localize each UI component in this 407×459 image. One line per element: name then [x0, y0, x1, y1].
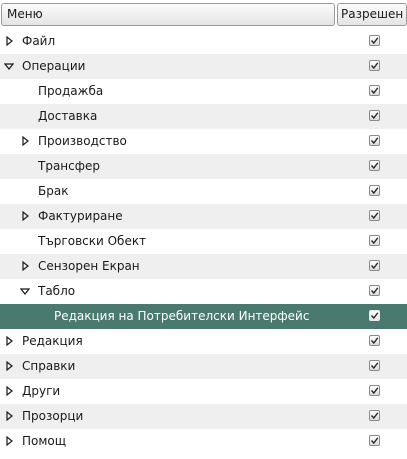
expander-collapsed-icon[interactable] [20, 261, 30, 271]
checkmark-icon [370, 362, 379, 370]
expander-collapsed-icon[interactable] [4, 336, 14, 346]
allowed-checkbox[interactable] [369, 35, 380, 46]
checkmark-icon [370, 337, 379, 345]
expander-collapsed-icon[interactable] [4, 361, 14, 371]
allowed-checkbox[interactable] [369, 160, 380, 171]
checkmark-icon [370, 262, 379, 270]
tree-row[interactable]: Сензорен Екран [0, 254, 407, 279]
checkmark-icon [370, 412, 379, 420]
tree-header: Меню Разрешен [0, 0, 407, 29]
column-header-allowed[interactable]: Разрешен [337, 3, 407, 26]
tree-row-label: Производство [38, 134, 127, 148]
checkmark-icon [370, 112, 379, 120]
checkmark-icon [370, 387, 379, 395]
tree-row[interactable]: Помощ [0, 429, 407, 454]
column-header-menu[interactable]: Меню [1, 3, 335, 26]
checkmark-icon [370, 162, 379, 170]
checkmark-icon [370, 287, 379, 295]
tree-row[interactable]: Търговски Обект [0, 229, 407, 254]
tree-row[interactable]: Брак [0, 179, 407, 204]
tree-row-label: Помощ [22, 434, 67, 448]
allowed-checkbox[interactable] [369, 385, 380, 396]
expander-collapsed-icon[interactable] [4, 36, 14, 46]
checkmark-icon [370, 87, 379, 95]
tree-row-label: Трансфер [38, 159, 101, 173]
expander-collapsed-icon[interactable] [4, 386, 14, 396]
menu-permissions-tree: Файл Операции Продажба Доставка Производство… [0, 29, 407, 454]
checkmark-icon [370, 212, 379, 220]
tree-row[interactable]: Редакция [0, 329, 407, 354]
tree-row-label: Сензорен Екран [38, 259, 140, 273]
tree-row-label: Търговски Обект [38, 234, 147, 248]
allowed-checkbox[interactable] [369, 435, 380, 446]
expander-expanded-icon[interactable] [4, 61, 14, 71]
tree-row-label: Справки [22, 359, 76, 373]
tree-row-label: Редакция [22, 334, 83, 348]
allowed-checkbox[interactable] [369, 335, 380, 346]
allowed-checkbox[interactable] [369, 210, 380, 221]
tree-row[interactable]: Файл [0, 29, 407, 54]
tree-row[interactable]: Редакция на Потребителски Интерфейс [0, 304, 407, 329]
tree-row-label: Брак [38, 184, 69, 198]
allowed-checkbox[interactable] [369, 260, 380, 271]
tree-row-label: Прозорци [22, 409, 84, 423]
expander-expanded-icon[interactable] [20, 286, 30, 296]
expander-collapsed-icon[interactable] [20, 136, 30, 146]
allowed-checkbox[interactable] [369, 410, 380, 421]
tree-row[interactable]: Доставка [0, 104, 407, 129]
tree-row[interactable]: Табло [0, 279, 407, 304]
allowed-checkbox[interactable] [369, 110, 380, 121]
allowed-checkbox[interactable] [369, 185, 380, 196]
tree-row[interactable]: Прозорци [0, 404, 407, 429]
tree-row[interactable]: Трансфер [0, 154, 407, 179]
allowed-checkbox[interactable] [369, 285, 380, 296]
tree-row-label: Фактуриране [38, 209, 123, 223]
tree-row-label: Операции [22, 59, 86, 73]
checkmark-icon [370, 237, 379, 245]
tree-row[interactable]: Справки [0, 354, 407, 379]
checkmark-icon [370, 137, 379, 145]
expander-collapsed-icon[interactable] [20, 211, 30, 221]
tree-row[interactable]: Продажба [0, 79, 407, 104]
tree-row-label: Редакция на Потребителски Интерфейс [54, 309, 310, 323]
tree-row[interactable]: Фактуриране [0, 204, 407, 229]
tree-row-label: Табло [38, 284, 76, 298]
tree-row-label: Файл [22, 34, 56, 48]
checkmark-icon [370, 37, 379, 45]
tree-row-label: Доставка [38, 109, 98, 123]
allowed-checkbox[interactable] [369, 310, 380, 321]
tree-row[interactable]: Операции [0, 54, 407, 79]
allowed-checkbox[interactable] [369, 235, 380, 246]
checkmark-icon [370, 187, 379, 195]
allowed-checkbox[interactable] [369, 360, 380, 371]
tree-row[interactable]: Други [0, 379, 407, 404]
tree-row[interactable]: Производство [0, 129, 407, 154]
allowed-checkbox[interactable] [369, 60, 380, 71]
expander-collapsed-icon[interactable] [4, 411, 14, 421]
expander-collapsed-icon[interactable] [4, 436, 14, 446]
allowed-checkbox[interactable] [369, 85, 380, 96]
tree-row-label: Продажба [38, 84, 104, 98]
allowed-checkbox[interactable] [369, 135, 380, 146]
tree-row-label: Други [22, 384, 61, 398]
checkmark-icon [370, 437, 379, 445]
checkmark-icon [370, 62, 379, 70]
checkmark-icon [370, 312, 379, 320]
